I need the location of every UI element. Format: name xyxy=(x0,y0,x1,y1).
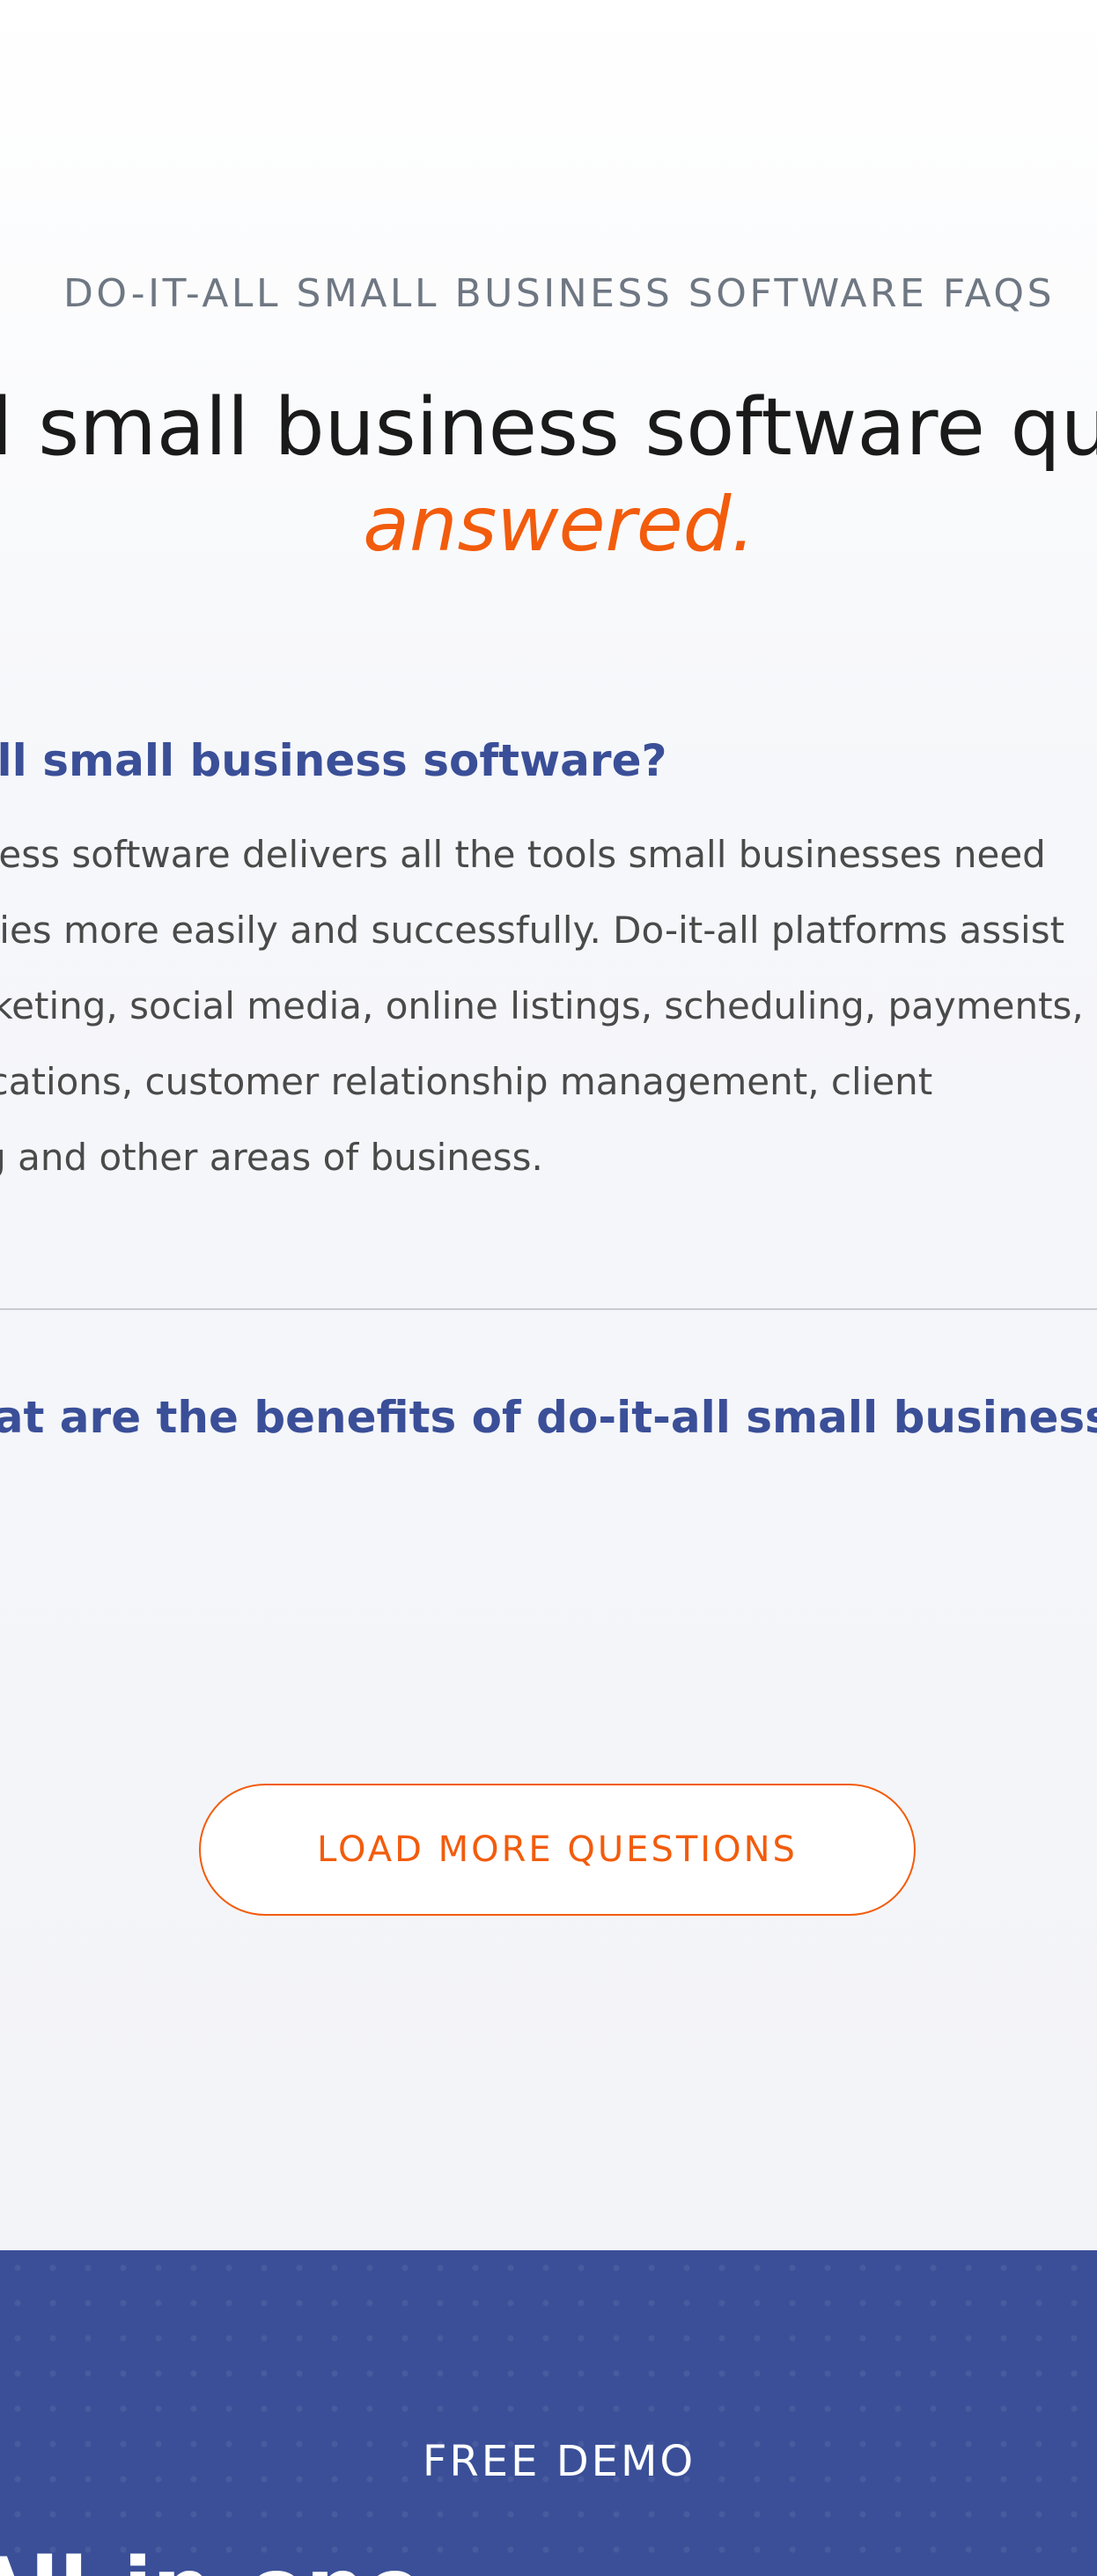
demo-eyebrow: FREE DEMO xyxy=(422,2437,696,2486)
demo-headline: All-in-one xyxy=(0,2541,1097,2576)
faq-divider xyxy=(0,1308,1097,1310)
faq-eyebrow: DO-IT-ALL SMALL BUSINESS SOFTWARE FAQS xyxy=(63,271,1055,316)
free-demo-section: FREE DEMO All-in-one xyxy=(0,2250,1097,2576)
load-more-questions-button[interactable]: LOAD MORE QUESTIONS xyxy=(199,1784,916,1916)
faq-section: DO-IT-ALL SMALL BUSINESS SOFTWARE FAQS D… xyxy=(0,0,1097,2250)
faq-question[interactable]: What are the benefits of do-it-all small… xyxy=(0,1387,1097,1447)
faq-headline: Do-it-all small business software questi… xyxy=(0,381,1097,474)
faq-question[interactable]: What is do-it-all small business softwar… xyxy=(0,731,667,791)
faq-answer: Do-it-all small business software delive… xyxy=(0,833,1084,1179)
faq-headline-accent: answered. xyxy=(363,481,755,569)
faq-item[interactable]: What are the benefits of do-it-all small… xyxy=(0,1387,1097,1447)
